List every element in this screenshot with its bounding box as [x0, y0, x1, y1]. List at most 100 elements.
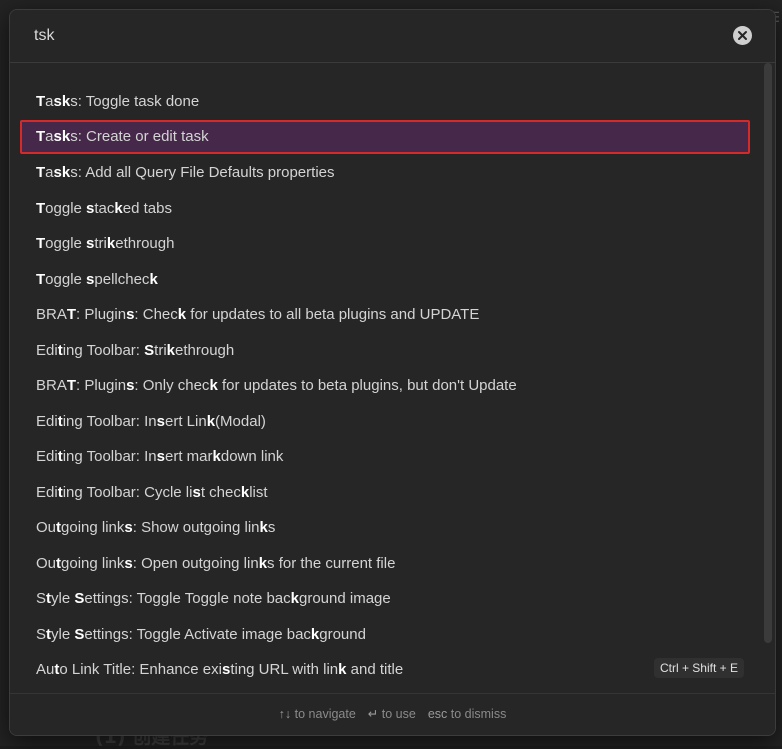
command-item-label: Editing Toolbar: Insert Link(Modal) [36, 413, 266, 430]
instruction-item: ↑↓ to navigate [279, 707, 356, 721]
label-text: Ou [36, 519, 57, 536]
match-highlight: k [310, 625, 320, 643]
match-highlight: T [36, 199, 46, 217]
label-text: Edi [36, 483, 58, 501]
command-item-label: BRAT: Plugins: Only check for updates to… [36, 377, 517, 394]
match-highlight: s [53, 127, 62, 145]
instruction-key: ↑↓ [278, 707, 292, 721]
match-highlight: s [156, 412, 165, 430]
command-item[interactable]: Style Settings: Toggle Toggle note backg… [20, 582, 750, 616]
instruction-item: ↵ to use [368, 707, 416, 721]
command-item[interactable]: Toggle strikethrough [20, 227, 750, 261]
command-item[interactable]: Editing Toolbar: Strikethrough [20, 334, 750, 368]
command-item[interactable]: BRAT: Plugins: Check for updates to all … [20, 298, 750, 332]
label-text: s: Add all Query File Defaults propertie… [70, 164, 335, 181]
command-item-label: Style Settings: Toggle Toggle note backg… [36, 590, 391, 607]
command-item-label: Tasks: Toggle task done [36, 93, 199, 110]
label-text: BRA [36, 306, 67, 323]
command-item-label: Tasks: Create or edit task [36, 128, 209, 145]
match-highlight: S [144, 341, 155, 359]
command-item[interactable]: Editing Toolbar: Cycle list checklist [20, 476, 750, 510]
label-text: s: Create or edit task [70, 127, 209, 145]
command-item[interactable]: Editing Toolbar: Insert markdown link [20, 440, 750, 474]
match-highlight: s [124, 554, 133, 572]
command-item-label: Toggle stacked tabs [36, 200, 172, 217]
match-highlight: k [258, 554, 268, 572]
search-row [10, 10, 775, 63]
command-item-label: Style Settings: Toggle Activate image ba… [36, 626, 366, 643]
match-highlight: k [212, 448, 221, 465]
command-item[interactable]: Auto Link Title: Enhance existing URL wi… [20, 653, 750, 687]
match-highlight: k [61, 164, 71, 181]
label-text: ting URL with lin [230, 661, 339, 678]
command-item-label: BRAT: Plugins: Check for updates to all … [36, 306, 479, 323]
command-item[interactable]: Editing Toolbar: Insert Link(Modal) [20, 405, 750, 439]
match-highlight: k [177, 306, 187, 323]
match-highlight: k [259, 519, 268, 536]
command-item-label: Auto Link Title: Enhance existing URL wi… [36, 661, 403, 678]
match-highlight: T [36, 93, 46, 110]
command-item-label: Editing Toolbar: Cycle list checklist [36, 484, 268, 501]
match-highlight: T [36, 270, 46, 288]
label-text: pellchec [94, 270, 150, 288]
command-item[interactable]: Outgoing links: Show outgoing links [20, 511, 750, 545]
label-text: Edi [36, 448, 58, 465]
label-text: going link [61, 519, 125, 536]
match-highlight: s [124, 519, 133, 536]
label-text: yle [51, 625, 75, 643]
command-item-label: Editing Toolbar: Strikethrough [36, 342, 234, 359]
match-highlight: T [36, 127, 46, 145]
instruction-purpose: to navigate [291, 707, 356, 721]
label-text: : Plugin [76, 306, 127, 323]
label-text: S [36, 590, 47, 607]
command-item-label: Toggle spellcheck [36, 271, 158, 288]
command-item-selected[interactable]: Tasks: Create or edit task [20, 119, 750, 154]
match-highlight: T [66, 306, 77, 323]
clear-search-button[interactable] [733, 26, 752, 45]
match-highlight: k [209, 377, 218, 394]
command-item[interactable]: Outgoing links: Open outgoing links for … [20, 547, 750, 581]
command-item[interactable]: Tasks: Toggle task done [20, 85, 750, 119]
label-text: Edi [36, 341, 58, 359]
scrollbar-track[interactable] [764, 63, 772, 693]
match-highlight: s [53, 93, 62, 110]
label-text: ing Toolbar: Cycle li [62, 483, 193, 501]
label-text: ing Toolbar: In [62, 412, 157, 430]
label-text: a [45, 164, 54, 181]
label-text: Au [36, 661, 55, 678]
label-text: tri [94, 235, 107, 252]
command-item[interactable]: BRAT: Plugins: Only check for updates to… [20, 369, 750, 403]
label-text: ettings: Toggle Toggle note bac [84, 590, 291, 607]
label-text: : Only chec [134, 377, 210, 394]
label-text: t chec [200, 483, 241, 501]
label-text: list [249, 483, 268, 501]
command-item[interactable]: Toggle stacked tabs [20, 192, 750, 226]
label-text: : Chec [134, 306, 178, 323]
command-item[interactable]: Tasks: Add all Query File Defaults prope… [20, 156, 750, 190]
label-text: tac [94, 199, 115, 217]
command-results-list: Tasks: Toggle task done Tasks: Create or … [10, 63, 775, 693]
match-highlight: s [53, 164, 62, 181]
label-text: S [36, 625, 47, 643]
command-item[interactable]: Style Settings: Toggle Activate image ba… [20, 618, 750, 652]
match-highlight: k [61, 127, 71, 145]
label-text: a [45, 93, 54, 110]
match-highlight: s [192, 483, 201, 501]
command-search-input[interactable] [34, 24, 714, 48]
match-highlight: T [36, 235, 46, 252]
match-highlight: k [240, 483, 250, 501]
hotkey-badge: Ctrl + Shift + E [653, 658, 744, 678]
label-text: Ou [36, 554, 57, 572]
instruction-item: esc to dismiss [428, 707, 507, 721]
match-highlight: s [156, 448, 165, 465]
label-text: oggle [45, 199, 87, 217]
command-item[interactable]: Toggle spellcheck [20, 263, 750, 297]
match-highlight: k [290, 590, 299, 607]
label-text: ethrough [115, 235, 175, 252]
label-text: for updates to all beta plugins and UPDA… [186, 306, 480, 323]
scrollbar-thumb[interactable] [764, 63, 772, 643]
label-text: BRA [36, 377, 67, 394]
label-text: for updates to beta plugins, but don't U… [217, 377, 517, 394]
command-item-label: Toggle strikethrough [36, 235, 174, 252]
instructions-footer: ↑↓ to navigate ↵ to use esc to dismiss [10, 693, 775, 735]
